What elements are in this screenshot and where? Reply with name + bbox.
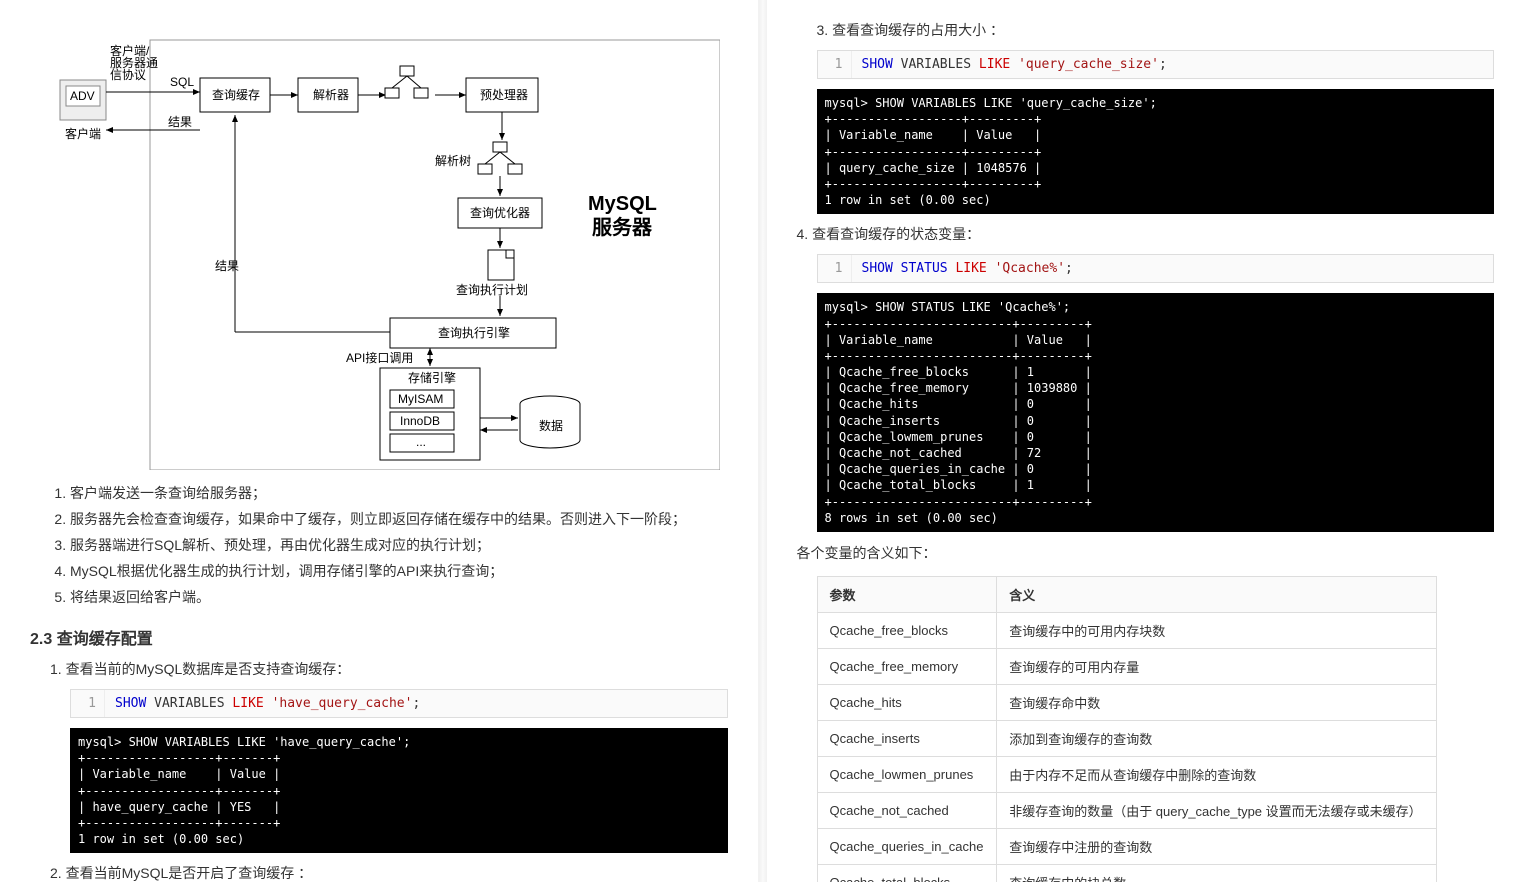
page-left: ADV 客户端 客户端/服务器通信协议 SQL 结果 查询缓存 解析器 预 <box>0 0 759 882</box>
svg-text:解析器: 解析器 <box>313 88 349 102</box>
step-2: 服务器先会检查查询缓存，如果命中了缓存，则立即返回存储在缓存中的结果。否则进入下… <box>70 509 728 529</box>
svg-text:查询执行计划: 查询执行计划 <box>456 283 528 297</box>
svg-text:MySQL: MySQL <box>588 193 657 215</box>
page-right: 3. 查看查询缓存的占用大小 ： 1 SHOW VARIABLES LIKE '… <box>767 0 1524 882</box>
svg-text:服务器: 服务器 <box>592 215 653 239</box>
terminal-output-1: mysql> SHOW VARIABLES LIKE 'have_query_c… <box>70 728 728 853</box>
vars-intro: 各个变量的含义如下： <box>797 542 1495 566</box>
subitem-1: 1. 查看当前的MySQL数据库是否支持查询缓存： <box>50 659 728 679</box>
svg-text:InnoDB: InnoDB <box>400 414 440 428</box>
svg-text:存储引擎: 存储引擎 <box>408 370 456 385</box>
subitem-4: 4. 查看查询缓存的状态变量： <box>797 224 1495 244</box>
code-block-3: 1 SHOW VARIABLES LIKE 'query_cache_size'… <box>817 50 1495 79</box>
table-row: Qcache_free_memory查询缓存的可用内存量 <box>817 648 1436 684</box>
mysql-arch-diagram: ADV 客户端 客户端/服务器通信协议 SQL 结果 查询缓存 解析器 预 <box>40 10 720 470</box>
table-row: Qcache_inserts添加到查询缓存的查询数 <box>817 720 1436 756</box>
th-meaning: 含义 <box>997 576 1436 612</box>
client-label: 客户端 <box>65 126 101 141</box>
table-row: Qcache_free_blocks查询缓存中的可用内存块数 <box>817 612 1436 648</box>
subitem-2: 2. 查看当前MySQL是否开启了查询缓存 ： <box>50 863 728 882</box>
svg-text:解析树: 解析树 <box>435 153 471 168</box>
step-1: 客户端发送一条查询给服务器； <box>70 483 728 503</box>
table-row: Qcache_lowmen_prunes由于内存不足而从查询缓存中删除的查询数 <box>817 756 1436 792</box>
svg-text:结果: 结果 <box>168 115 192 129</box>
svg-text:SQL: SQL <box>170 75 194 89</box>
svg-text:数据: 数据 <box>539 418 563 433</box>
terminal-output-4: mysql> SHOW STATUS LIKE 'Qcache%'; +----… <box>817 293 1495 532</box>
table-row: Qcache_total_blocks查询缓存中的块总数 <box>817 864 1436 882</box>
svg-text:结果: 结果 <box>215 259 239 273</box>
svg-text:API接口调用: API接口调用 <box>346 350 413 365</box>
qcache-vars-table: 参数 含义 Qcache_free_blocks查询缓存中的可用内存块数 Qca… <box>817 576 1437 882</box>
code-block-1: 1 SHOW VARIABLES LIKE 'have_query_cache'… <box>70 689 728 718</box>
steps-list: 客户端发送一条查询给服务器； 服务器先会检查查询缓存，如果命中了缓存，则立即返回… <box>30 483 728 607</box>
svg-text:查询优化器: 查询优化器 <box>470 206 530 220</box>
code-block-4: 1 SHOW STATUS LIKE 'Qcache%'; <box>817 254 1495 283</box>
terminal-output-3: mysql> SHOW VARIABLES LIKE 'query_cache_… <box>817 89 1495 214</box>
step-4: MySQL根据优化器生成的执行计划，调用存储引擎的API来执行查询； <box>70 561 728 581</box>
th-param: 参数 <box>817 576 997 612</box>
svg-text:查询执行引擎: 查询执行引擎 <box>438 325 510 340</box>
svg-text:查询缓存: 查询缓存 <box>212 88 260 102</box>
svg-text:...: ... <box>416 435 426 449</box>
svg-text:MyISAM: MyISAM <box>398 392 443 406</box>
table-row: Qcache_hits查询缓存命中数 <box>817 684 1436 720</box>
table-row: Qcache_queries_in_cache查询缓存中注册的查询数 <box>817 828 1436 864</box>
subitem-3: 3. 查看查询缓存的占用大小 ： <box>817 20 1495 40</box>
svg-text:预处理器: 预处理器 <box>480 88 528 102</box>
table-row: Qcache_not_cached非缓存查询的数量（由于 query_cache… <box>817 792 1436 828</box>
svg-text:ADV: ADV <box>70 89 95 103</box>
heading-2-3: 2.3 查询缓存配置 <box>30 625 728 649</box>
step-3: 服务器端进行SQL解析、预处理，再由优化器生成对应的执行计划； <box>70 535 728 555</box>
step-5: 将结果返回给客户端。 <box>70 587 728 607</box>
page-gutter <box>759 0 767 882</box>
